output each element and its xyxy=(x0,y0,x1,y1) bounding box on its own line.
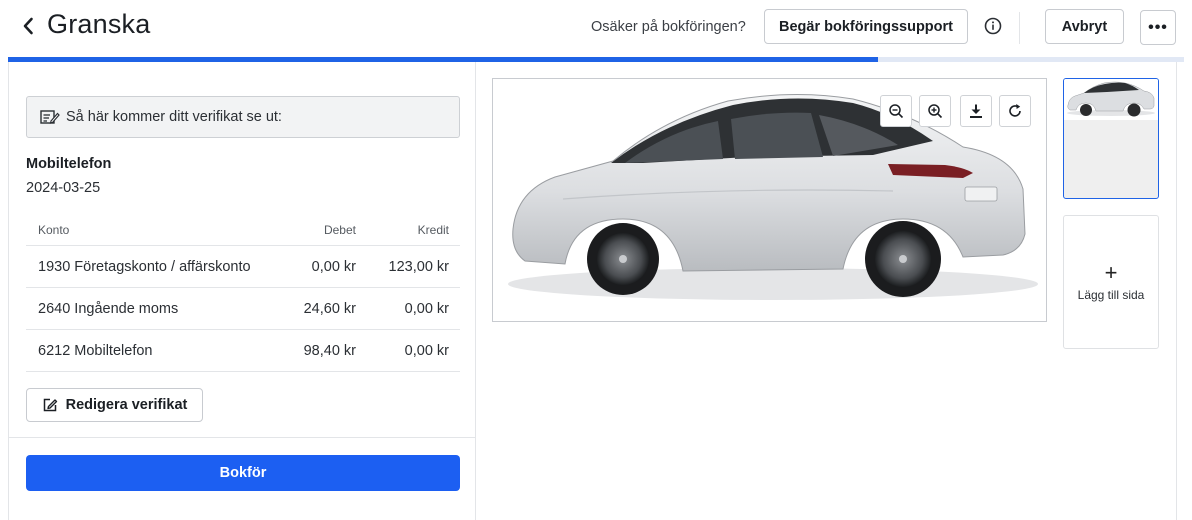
row-credit: 0,00 kr xyxy=(404,342,449,359)
zoom-in-button[interactable] xyxy=(919,95,951,127)
request-support-button[interactable]: Begär bokföringssupport xyxy=(764,9,968,44)
row-credit: 123,00 kr xyxy=(388,258,449,275)
table-row: 6212 Mobiltelefon 98,40 kr 0,00 kr xyxy=(26,330,460,372)
rotate-icon xyxy=(1009,104,1021,117)
back-button[interactable] xyxy=(18,14,38,38)
voucher-panel: Så här kommer ditt verifikat se ut: Mobi… xyxy=(8,62,476,520)
header-credit: Kredit xyxy=(417,222,449,237)
document-date: 2024-03-25 xyxy=(26,180,101,196)
right-border xyxy=(1176,62,1177,520)
book-button[interactable]: Bokför xyxy=(26,455,460,491)
row-credit: 0,00 kr xyxy=(404,300,449,317)
preview-info-box: Så här kommer ditt verifikat se ut: xyxy=(26,96,460,138)
row-account: 2640 Ingående moms xyxy=(38,300,179,317)
zoom-in-icon xyxy=(928,104,943,119)
plus-icon: + xyxy=(1104,260,1118,285)
row-debit: 0,00 kr xyxy=(311,258,356,275)
row-debit: 98,40 kr xyxy=(303,342,356,359)
download-icon xyxy=(970,104,982,118)
chevron-left-icon xyxy=(23,17,33,35)
row-account: 1930 Företagskonto / affärskonto xyxy=(38,258,251,275)
zoom-out-icon xyxy=(889,104,904,119)
document-name: Mobiltelefon xyxy=(26,156,112,172)
header-account: Konto xyxy=(38,222,70,237)
add-page-label: Lägg till sida xyxy=(1077,288,1145,302)
table-row: 1930 Företagskonto / affärskonto 0,00 kr… xyxy=(26,246,460,288)
preview-text: Så här kommer ditt verifikat se ut: xyxy=(66,109,282,125)
info-icon[interactable] xyxy=(984,17,1002,35)
edit-icon xyxy=(42,397,58,413)
cancel-button[interactable]: Avbryt xyxy=(1045,9,1124,44)
page-thumbnail[interactable] xyxy=(1063,78,1159,199)
edit-voucher-button[interactable]: Redigera verifikat xyxy=(26,388,203,422)
edit-voucher-label: Redigera verifikat xyxy=(65,397,188,413)
panel-divider xyxy=(9,437,476,438)
add-page-button[interactable]: + Lägg till sida xyxy=(1063,215,1159,349)
header-debit: Debet xyxy=(323,222,356,237)
row-debit: 24,60 kr xyxy=(303,300,356,317)
zoom-out-button[interactable] xyxy=(880,95,912,127)
header: Granska Osäker på bokföringen? Begär bok… xyxy=(0,0,1192,57)
download-button[interactable] xyxy=(960,95,992,127)
row-account: 6212 Mobiltelefon xyxy=(38,342,153,359)
page-title: Granska xyxy=(47,9,151,39)
rotate-button[interactable] xyxy=(999,95,1031,127)
header-divider xyxy=(1019,12,1020,44)
receipt-viewer xyxy=(492,78,1047,322)
thumbnail-image xyxy=(1064,79,1158,120)
voucher-table: Konto Debet Kredit 1930 Företagskonto / … xyxy=(26,214,460,372)
unsure-text: Osäker på bokföringen? xyxy=(591,19,746,35)
table-header: Konto Debet Kredit xyxy=(26,214,460,246)
table-row: 2640 Ingående moms 24,60 kr 0,00 kr xyxy=(26,288,460,330)
form-edit-icon xyxy=(40,109,60,125)
more-options-button[interactable]: ••• xyxy=(1140,10,1176,45)
